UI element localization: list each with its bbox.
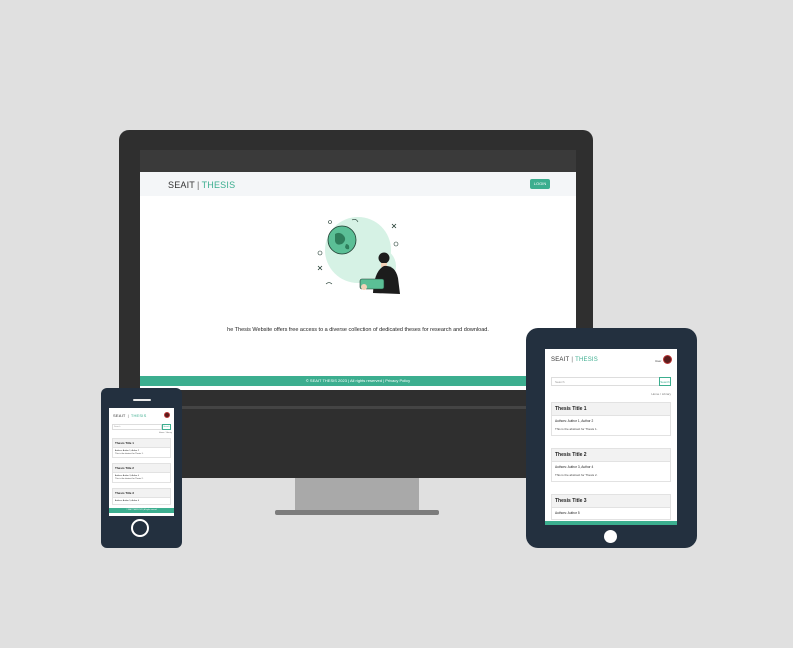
phone-search-button[interactable]: Search (162, 424, 171, 430)
thesis-card[interactable]: Thesis Title 2 Authors: Author 3, Author… (112, 463, 171, 483)
brand-separator: | (571, 357, 574, 363)
thesis-title[interactable]: Thesis Title 2 (552, 449, 670, 462)
site-tagline: he Thesis Website offers free access to … (227, 327, 489, 333)
brand-part2: THESIS (201, 180, 236, 190)
thesis-authors: Authors: Author 1, Author 2 (115, 450, 140, 452)
thesis-authors: Authors: Author 1, Author 2 (555, 419, 594, 423)
thesis-authors: Authors: Author 3, Author 4 (555, 465, 594, 469)
thesis-authors: Authors: Author 3, Author 4 (115, 475, 140, 477)
phone-footer: © SEAIT THESIS 2023 | All rights reserve… (109, 508, 174, 513)
tablet-brand-logo[interactable]: SEAIT | THESIS (551, 357, 598, 363)
login-button[interactable]: LOGIN (530, 179, 550, 189)
tablet-footer-bar (545, 521, 677, 525)
thesis-title[interactable]: Thesis Title 2 (113, 464, 170, 473)
brand-separator: | (197, 180, 200, 190)
phone-speaker (133, 399, 151, 401)
thesis-title[interactable]: Thesis Title 1 (113, 439, 170, 448)
user-avatar-icon[interactable] (164, 412, 170, 418)
phone-search-input[interactable]: Search (112, 424, 162, 430)
thesis-card[interactable]: Thesis Title 2 Authors: Author 3, Author… (551, 448, 671, 482)
desktop-brand-logo[interactable]: SEAIT | THESIS (168, 180, 235, 190)
thesis-title[interactable]: Thesis Title 1 (552, 403, 670, 416)
tablet-search-button[interactable]: Search (659, 377, 671, 386)
brand-part2: THESIS (130, 413, 147, 418)
tablet-search-input[interactable]: Search (551, 377, 661, 386)
tablet-user-label[interactable]: User (655, 359, 661, 363)
home-button-icon (604, 530, 617, 543)
browser-top-bar (140, 150, 576, 173)
phone-screen: SEAIT | THESIS Search Search Home / Librar… (109, 408, 174, 516)
phone-brand-logo[interactable]: SEAIT | THESIS (113, 413, 146, 418)
thesis-authors: Authors: Author 5 (555, 511, 580, 515)
monitor-stand (295, 478, 419, 512)
user-avatar-icon[interactable] (663, 355, 672, 364)
thesis-title[interactable]: Thesis Title 3 (552, 495, 670, 508)
tablet-breadcrumb[interactable]: Home / Library (551, 392, 671, 396)
brand-separator: | (127, 413, 129, 418)
thesis-abstract: This is the abstract for Thesis 2. (555, 473, 598, 477)
phone-breadcrumb[interactable]: Home / Library (112, 432, 172, 434)
monitor-chin (119, 406, 593, 478)
thesis-card[interactable]: Thesis Title 1 Authors: Author 1, Author… (551, 402, 671, 436)
tablet-screen: SEAIT | THESIS User Search Search Home / L… (545, 349, 677, 525)
thesis-card[interactable]: Thesis Title 1 Authors: Author 1, Author… (112, 438, 171, 458)
thesis-authors: Authors: Author 5, Author 6 (115, 500, 140, 502)
home-button-icon (131, 519, 149, 537)
brand-part1: SEAIT (168, 180, 196, 190)
thesis-abstract: This is the abstract for Thesis 2. (115, 478, 144, 480)
brand-part1: SEAIT (551, 357, 570, 363)
brand-part1: SEAIT (113, 413, 126, 418)
monitor-divider (140, 406, 576, 409)
desktop-footer: © SEAIT THESIS 2023 | All rights reserve… (140, 376, 576, 386)
thesis-abstract: This is the abstract for Thesis 1. (115, 453, 144, 455)
brand-part2: THESIS (575, 357, 598, 363)
monitor-stand-base (275, 510, 439, 515)
thesis-title[interactable]: Thesis Title 3 (113, 489, 170, 498)
thesis-card[interactable]: Thesis Title 3 Authors: Author 5 (551, 494, 671, 520)
thesis-card[interactable]: Thesis Title 3 Authors: Author 5, Author… (112, 488, 171, 505)
desktop-screen: SEAIT | THESIS LOGIN he Thesis Website off… (140, 150, 576, 390)
person-reading-globe-illustration (317, 217, 400, 294)
thesis-abstract: This is the abstract for Thesis 1. (555, 427, 598, 431)
